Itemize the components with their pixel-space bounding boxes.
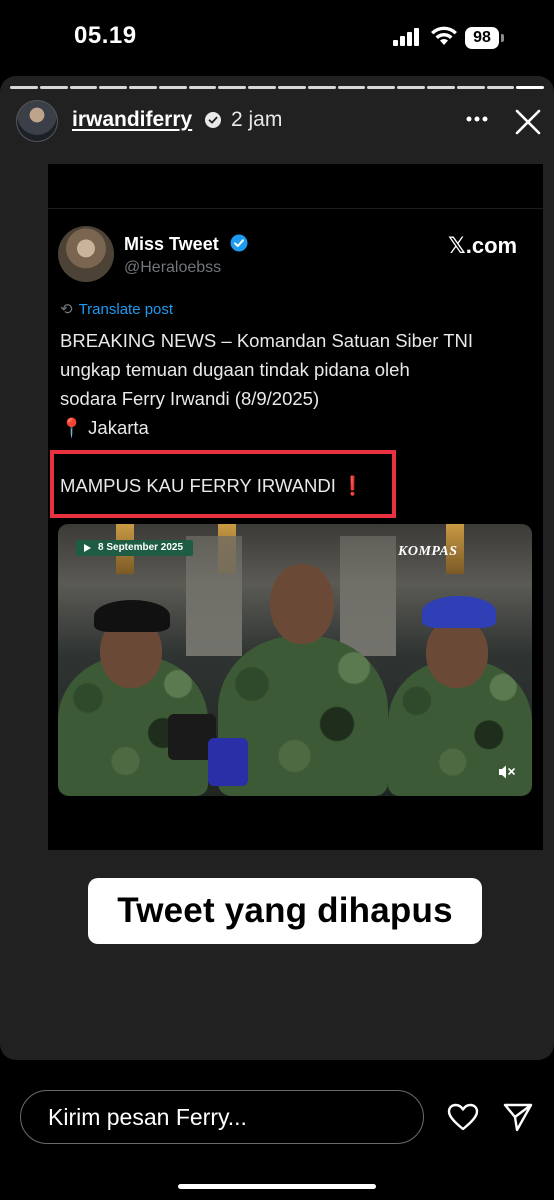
progress-segment — [397, 86, 425, 89]
beret — [94, 600, 170, 632]
status-time: 05.19 — [74, 22, 137, 49]
close-icon[interactable] — [514, 108, 542, 136]
progress-segment — [516, 86, 545, 89]
battery-level: 98 — [465, 27, 499, 49]
soldier-head — [426, 618, 488, 688]
progress-segment — [278, 86, 306, 89]
divider — [48, 208, 543, 209]
x-logo-text: 𝕏.com — [448, 233, 518, 258]
video-date-label: 8 September 2025 — [76, 540, 194, 556]
home-indicator[interactable] — [178, 1184, 376, 1189]
tweet-author-avatar — [58, 226, 114, 282]
battery-tip — [501, 34, 504, 42]
progress-segment — [218, 86, 247, 89]
progress-segment — [337, 86, 366, 89]
exclamation-icon: ❗ — [340, 475, 365, 496]
cellular-signal-icon — [393, 28, 419, 46]
story-frame[interactable]: irwandiferry 2 jam Miss Tweet @Heraloebs… — [0, 76, 554, 1060]
progress-segment — [456, 86, 485, 89]
soldier-head — [270, 564, 334, 644]
tweet-body-line: ungkap temuan dugaan tindak pidana oleh — [60, 359, 410, 380]
battery-indicator: 98 — [465, 26, 504, 50]
tweet-body-line: 📍 Jakarta — [60, 417, 149, 438]
translate-post-link: ⟲ Translate post — [60, 300, 173, 318]
more-options-icon[interactable] — [466, 116, 488, 122]
status-bar: 05.19 98 — [0, 0, 554, 76]
progress-segment — [158, 86, 187, 89]
avatar[interactable] — [16, 100, 58, 142]
send-icon[interactable] — [503, 1102, 533, 1132]
progress-segment — [367, 86, 396, 89]
progress-segment — [248, 86, 277, 89]
tweet-author-handle: @Heraloebss — [124, 259, 222, 276]
progress-segment — [188, 86, 217, 89]
translate-icon: ⟲ — [60, 301, 73, 318]
progress-segment — [426, 86, 455, 89]
progress-segment — [69, 86, 98, 89]
video-brand-watermark: KOMPAS — [398, 544, 458, 559]
story-username[interactable]: irwandiferry — [72, 108, 192, 132]
message-input[interactable]: Kirim pesan Ferry... — [20, 1090, 424, 1144]
tweet-body-line: sodara Ferry Irwandi (8/9/2025) — [60, 388, 320, 409]
video-thumbnail: 8 September 2025 KOMPAS — [58, 524, 532, 796]
mute-icon[interactable] — [498, 764, 516, 780]
background-door — [340, 536, 396, 656]
progress-segment — [39, 86, 68, 89]
background-door — [186, 536, 242, 656]
tweet-screenshot: Miss Tweet @Heraloebss 𝕏.com ⟲ Translate … — [48, 164, 543, 850]
microphone — [208, 738, 248, 786]
heart-icon[interactable] — [447, 1103, 479, 1131]
progress-segment — [99, 86, 128, 89]
progress-segment — [129, 86, 157, 89]
story-header: irwandiferry 2 jam — [0, 98, 554, 146]
verified-badge-icon — [205, 112, 221, 128]
story-progress-bar — [10, 86, 545, 89]
tweet-body-line: BREAKING NEWS – Komandan Satuan Siber TN… — [60, 330, 474, 351]
highlighted-text: MAMPUS KAU FERRY IRWANDI ❗ — [60, 475, 364, 497]
progress-segment — [307, 86, 336, 89]
tweet-body: BREAKING NEWS – Komandan Satuan Siber TN… — [60, 326, 530, 442]
progress-segment — [486, 86, 515, 89]
story-caption: Tweet yang dihapus — [88, 878, 482, 944]
progress-segment — [10, 86, 38, 89]
highlighted-text-content: MAMPUS KAU FERRY IRWANDI — [60, 475, 336, 496]
story-timestamp: 2 jam — [231, 108, 283, 131]
tweet-verified-icon — [230, 234, 248, 252]
tweet-author-name: Miss Tweet — [124, 234, 219, 254]
wifi-icon — [431, 26, 457, 45]
beret — [422, 596, 496, 628]
translate-label: Translate post — [78, 301, 174, 318]
